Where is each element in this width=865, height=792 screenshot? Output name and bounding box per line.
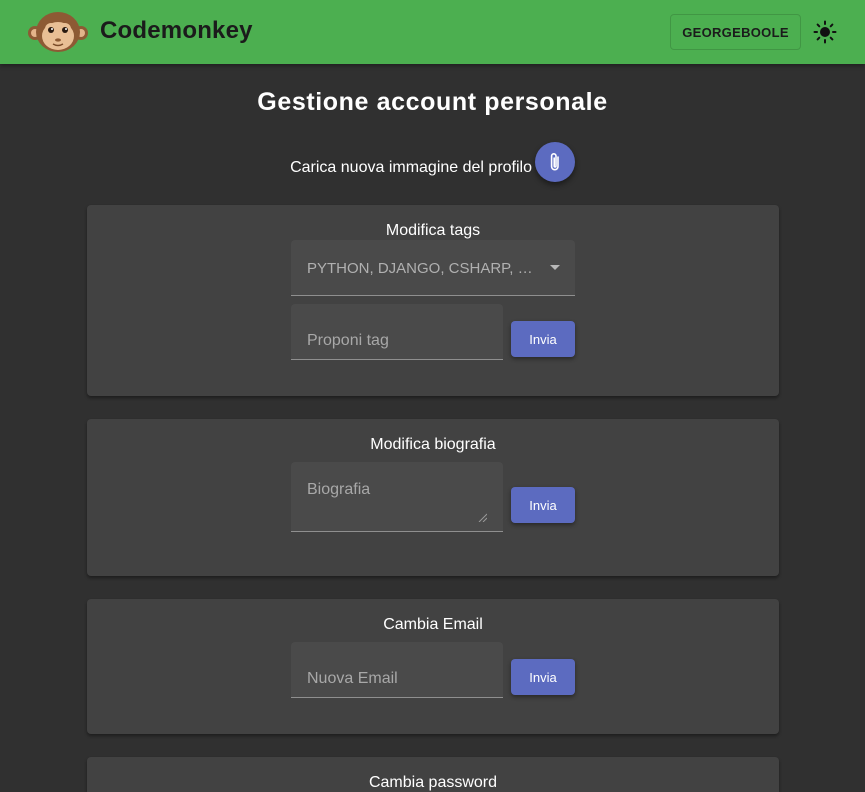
sun-icon: [813, 20, 837, 44]
propose-tag-input[interactable]: [291, 304, 503, 359]
bio-card: Modifica biografia Invia: [87, 419, 779, 576]
theme-toggle-button[interactable]: [808, 14, 842, 50]
bio-field[interactable]: [291, 462, 503, 532]
tags-select[interactable]: PYTHON, DJANGO, CSHARP, P...: [291, 240, 575, 296]
email-card-title: Cambia Email: [383, 616, 483, 633]
bio-card-title: Modifica biografia: [370, 436, 496, 453]
dropdown-arrow-icon: [550, 265, 560, 270]
page-title: Gestione account personale: [257, 88, 608, 116]
brand-name[interactable]: Codemonkey: [100, 17, 253, 45]
password-card-title: Cambia password: [368, 774, 498, 791]
user-account-button[interactable]: GEORGEBOOLE: [670, 14, 801, 50]
bio-textarea[interactable]: [291, 462, 503, 531]
password-card: Cambia password: [87, 757, 779, 792]
email-card: Cambia Email Invia: [87, 599, 779, 734]
tags-card: Modifica tags PYTHON, DJANGO, CSHARP, P.…: [87, 205, 779, 396]
email-submit-button[interactable]: Invia: [511, 659, 575, 695]
new-email-field[interactable]: [291, 642, 503, 698]
new-email-input[interactable]: [291, 642, 503, 697]
bio-submit-button[interactable]: Invia: [511, 487, 575, 523]
monkey-icon[interactable]: [27, 11, 89, 53]
tags-select-value: PYTHON, DJANGO, CSHARP, P...: [307, 260, 537, 277]
propose-tag-field[interactable]: [291, 304, 503, 360]
app-bar: Codemonkey GEORGEBOOLE: [0, 0, 865, 64]
propose-tag-submit-button[interactable]: Invia: [511, 321, 575, 357]
resize-handle-icon[interactable]: [477, 512, 487, 522]
upload-profile-image-button[interactable]: [535, 142, 575, 182]
upload-profile-image-label: Carica nuova immagine del profilo: [290, 159, 532, 176]
paperclip-icon: [550, 153, 559, 171]
tags-card-title: Modifica tags: [385, 222, 481, 239]
